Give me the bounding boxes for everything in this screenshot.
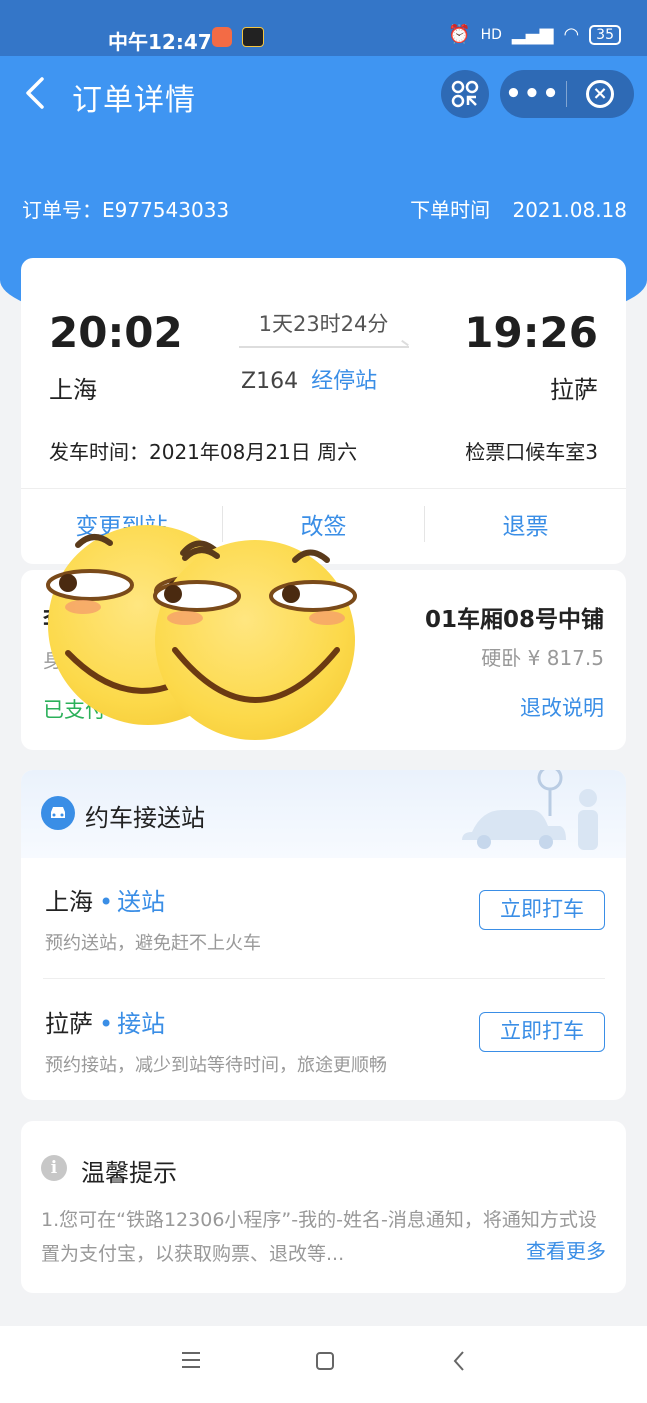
battery-icon: 35	[589, 24, 621, 45]
miniapp-capsule: ••• ×	[500, 70, 634, 118]
app-notification-icon	[212, 27, 232, 47]
status-time: 中午12:47	[108, 30, 212, 54]
ticket-card: 20:02 上海 1天23时24分 Z164 经停站 19:26 拉萨 发车时间…	[21, 258, 626, 564]
trip-duration: 1天23时24分	[258, 312, 389, 336]
scan-icon[interactable]	[441, 70, 489, 118]
tips-card: i 温馨提示 1.您可在“铁路12306小程序”-我的-姓名-消息通知，将通知方…	[21, 1121, 626, 1293]
more-icon[interactable]: •••	[500, 81, 566, 107]
taxi-item: 上海 • 送站 预约送站，避免赶不上火车 立即打车	[45, 882, 605, 955]
nav-back-icon[interactable]	[452, 1350, 466, 1376]
call-taxi-button[interactable]: 立即打车	[479, 890, 605, 930]
ticket-gate: 检票口候车室3	[465, 440, 598, 464]
close-button[interactable]: ×	[567, 80, 633, 108]
route-arrow	[239, 346, 409, 348]
tips-title: 温馨提示	[81, 1159, 177, 1187]
dot-separator: •	[99, 888, 114, 916]
order-info: 订单号：E977543033 下单时间 2021.08.18	[22, 194, 627, 223]
wifi-icon: ◠	[563, 24, 580, 45]
smiley-sticker	[153, 540, 357, 740]
view-more-link[interactable]: 查看更多	[526, 1235, 606, 1264]
signal-label: HD	[480, 26, 502, 43]
seat-number: 01车厢08号中铺	[424, 607, 604, 633]
divider	[43, 978, 605, 979]
back-icon[interactable]	[24, 76, 46, 116]
taxi-type: 送站	[117, 888, 166, 916]
taxi-city: 拉萨	[45, 1010, 93, 1038]
reschedule-button[interactable]: 改签	[223, 507, 424, 541]
page-title: 订单详情	[72, 83, 196, 118]
order-number: 订单号：E977543033	[22, 198, 230, 222]
order-time: 下单时间 2021.08.18	[410, 194, 627, 223]
menu-icon[interactable]	[180, 1350, 202, 1374]
taxi-desc: 预约送站，避免赶不上火车	[45, 933, 261, 954]
taxi-city: 上海	[45, 888, 93, 916]
stops-link[interactable]: 经停站	[311, 369, 377, 394]
refund-button[interactable]: 退票	[425, 507, 626, 541]
nav-bar: 订单详情 ••• ×	[0, 56, 647, 132]
alarm-icon: ⏰	[448, 24, 471, 45]
car-icon	[41, 796, 75, 830]
system-nav-bar	[0, 1326, 647, 1403]
taxi-item: 拉萨 • 接站 预约接站，减少到站等待时间，旅途更顺畅 立即打车	[45, 1004, 605, 1077]
status-indicators: ⏰ HD ▂▄▆ ◠ 35	[448, 24, 621, 45]
close-icon: ×	[586, 80, 614, 108]
dot-separator: •	[99, 1010, 114, 1038]
info-icon: i	[41, 1155, 67, 1181]
order-time-label: 下单时间	[410, 198, 491, 222]
home-icon[interactable]	[314, 1350, 336, 1376]
depart-time: 20:02	[49, 308, 183, 357]
train-number: Z164	[241, 369, 299, 394]
app-notification-icon-2	[242, 27, 264, 47]
train-info: Z164 经停站	[241, 363, 431, 395]
order-time-value: 2021.08.18	[512, 198, 627, 222]
taxi-card: 约车接送站 上海 • 送站 预约送站，避免赶不上火车 立即打车 拉萨 • 接站 预约接站…	[21, 770, 626, 1100]
taxi-type: 接站	[117, 1010, 166, 1038]
status-bar: 中午12:47 ⏰ HD ▂▄▆ ◠ 35	[0, 0, 647, 56]
taxi-desc: 预约接站，减少到站等待时间，旅途更顺畅	[45, 1055, 387, 1076]
car-illustration-icon	[462, 770, 598, 850]
taxi-header: 约车接送站	[21, 770, 626, 858]
seat-price: 硬卧 ¥ 817.5	[481, 646, 604, 670]
depart-date: 发车时间：2021年08月21日 周六	[49, 440, 358, 464]
signal-icon: ▂▄▆	[511, 24, 554, 45]
call-taxi-button[interactable]: 立即打车	[479, 1012, 605, 1052]
taxi-title: 约车接送站	[85, 804, 205, 832]
depart-city: 上海	[49, 376, 97, 404]
arrive-time: 19:26	[464, 308, 598, 357]
arrive-city: 拉萨	[550, 376, 598, 404]
refund-rules-link[interactable]: 退改说明	[520, 692, 604, 722]
